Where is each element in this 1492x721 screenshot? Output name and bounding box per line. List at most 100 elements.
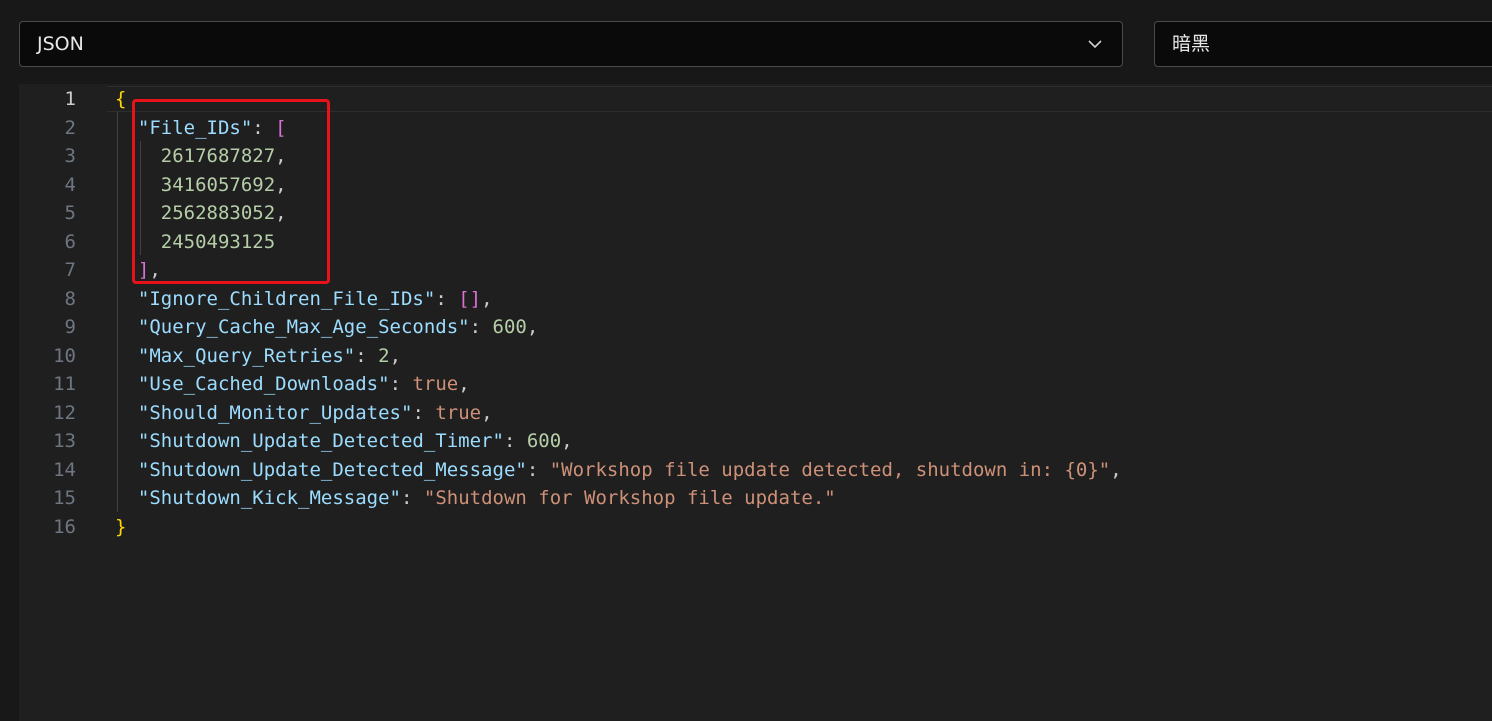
line-number: 3 <box>64 145 76 167</box>
line-number: 10 <box>53 344 76 367</box>
code-text: 3416057692, <box>115 171 287 200</box>
language-select[interactable]: JSON <box>19 21 1123 67</box>
code-token: , <box>458 373 470 395</box>
code-line[interactable]: 9 "Query_Cache_Max_Age_Seconds": 600, <box>19 313 1492 342</box>
code-token: "Shutdown for Workshop file update." <box>423 487 836 509</box>
line-number: 12 <box>53 401 76 424</box>
line-number: 2 <box>64 116 76 139</box>
code-token: , <box>481 287 493 310</box>
line-number: 7 <box>64 259 76 281</box>
line-number: 16 <box>53 515 76 538</box>
code-token: 600 <box>526 430 562 452</box>
code-text: 2562883052, <box>115 199 287 228</box>
code-text: { <box>115 85 126 114</box>
code-line[interactable]: 2 "File_IDs": [ <box>19 114 1492 143</box>
code-token: 600 <box>492 316 527 338</box>
code-text: "Ignore_Children_File_IDs": [], <box>115 285 493 314</box>
line-number: 9 <box>64 316 76 338</box>
code-line[interactable]: 8 "Ignore_Children_File_IDs": [], <box>19 285 1492 314</box>
code-token: [ <box>275 116 287 139</box>
code-token: : <box>526 458 550 481</box>
code-text: "Use_Cached_Downloads": true, <box>115 370 470 399</box>
code-token: 3416057692 <box>160 173 276 196</box>
code-text: } <box>115 513 126 542</box>
code-token: : <box>401 487 424 509</box>
code-line[interactable]: 5 2562883052, <box>19 199 1492 228</box>
code-token: , <box>149 259 161 281</box>
code-line[interactable]: 1{ <box>19 85 1492 114</box>
code-token: "Workshop file update detected, shutdown… <box>549 458 1111 481</box>
code-text: ], <box>115 256 161 285</box>
code-token: 2450493125 <box>160 230 276 253</box>
code-token: true <box>412 373 459 395</box>
code-token: [] <box>458 287 482 310</box>
code-text: "Shutdown_Update_Detected_Timer": 600, <box>115 427 573 456</box>
line-number: 1 <box>64 88 76 110</box>
code-token: ] <box>137 259 150 281</box>
code-line[interactable]: 12 "Should_Monitor_Updates": true, <box>19 399 1492 428</box>
code-token: "Query_Cache_Max_Age_Seconds" <box>137 316 470 338</box>
line-number: 11 <box>53 373 76 395</box>
chevron-down-icon <box>1088 40 1102 49</box>
code-token: } <box>115 515 127 538</box>
code-line[interactable]: 13 "Shutdown_Update_Detected_Timer": 600… <box>19 427 1492 456</box>
code-token: 2 <box>378 344 390 367</box>
code-text: 2617687827, <box>115 142 287 171</box>
line-number: 13 <box>53 430 76 452</box>
code-text: "Max_Query_Retries": 2, <box>115 342 401 371</box>
code-text: "Shutdown_Update_Detected_Message": "Wor… <box>115 456 1122 485</box>
code-token: "Use_Cached_Downloads" <box>137 373 390 395</box>
code-editor[interactable]: 1{2 "File_IDs": [3 2617687827, 4 34160576… <box>19 84 1492 721</box>
line-number: 14 <box>53 458 76 481</box>
code-token: : <box>389 373 413 395</box>
code-line[interactable]: 6 2450493125 <box>19 228 1492 257</box>
code-token: 2562883052 <box>160 202 276 224</box>
language-select-value: JSON <box>37 33 84 55</box>
code-token: "Shutdown_Update_Detected_Message" <box>137 458 527 481</box>
line-number: 8 <box>64 287 76 310</box>
code-token: , <box>389 344 402 367</box>
code-text: "Should_Monitor_Updates": true, <box>115 399 493 428</box>
code-token: true <box>435 401 482 424</box>
code-token: , <box>561 430 573 452</box>
code-line[interactable]: 3 2617687827, <box>19 142 1492 171</box>
code-line[interactable]: 16} <box>19 513 1492 542</box>
code-token: , <box>275 173 287 196</box>
line-number: 5 <box>64 202 76 224</box>
code-line[interactable]: 4 3416057692, <box>19 171 1492 200</box>
code-token: "File_IDs" <box>137 116 253 139</box>
code-token: { <box>115 88 127 110</box>
code-token: : <box>503 430 527 452</box>
theme-select[interactable]: 暗黑 <box>1154 21 1492 67</box>
code-token: 2617687827 <box>160 145 276 167</box>
code-line[interactable]: 10 "Max_Query_Retries": 2, <box>19 342 1492 371</box>
code-token: "Shutdown_Kick_Message" <box>137 487 401 509</box>
code-token: : <box>435 287 459 310</box>
code-line[interactable]: 15 "Shutdown_Kick_Message": "Shutdown fo… <box>19 484 1492 513</box>
code-line[interactable]: 14 "Shutdown_Update_Detected_Message": "… <box>19 456 1492 485</box>
code-token: "Should_Monitor_Updates" <box>137 401 413 424</box>
code-token: , <box>526 316 539 338</box>
code-line[interactable]: 11 "Use_Cached_Downloads": true, <box>19 370 1492 399</box>
code-token: , <box>481 401 493 424</box>
code-token: : <box>469 316 493 338</box>
theme-select-value: 暗黑 <box>1172 33 1211 55</box>
code-token: , <box>1110 458 1122 481</box>
code-line[interactable]: 7 ], <box>19 256 1492 285</box>
line-number: 15 <box>53 487 76 509</box>
code-token: : <box>355 344 379 367</box>
code-text: 2450493125 <box>115 228 275 257</box>
code-token: "Ignore_Children_File_IDs" <box>137 287 436 310</box>
